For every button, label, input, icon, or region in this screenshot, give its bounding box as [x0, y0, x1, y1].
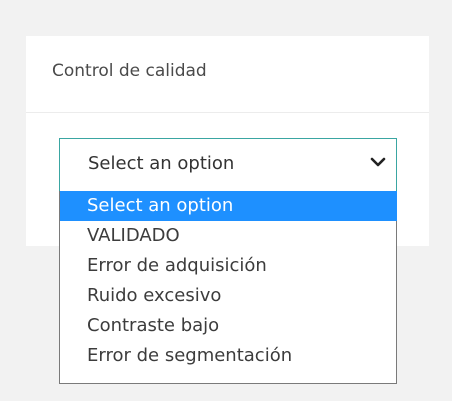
- option-validado[interactable]: VALIDADO: [60, 221, 397, 251]
- chevron-down-icon: [370, 157, 386, 167]
- option-contraste-bajo[interactable]: Contraste bajo: [60, 311, 397, 341]
- option-select-an-option[interactable]: Select an option: [60, 191, 397, 221]
- card-title: Control de calidad: [52, 61, 207, 81]
- option-ruido-excesivo[interactable]: Ruido excesivo: [60, 281, 397, 311]
- option-error-de-adquisicion[interactable]: Error de adquisición: [60, 251, 397, 281]
- quality-control-select[interactable]: Select an option: [59, 138, 397, 191]
- select-dropdown-list: Select an option VALIDADO Error de adqui…: [59, 191, 397, 384]
- option-error-de-segmentacion[interactable]: Error de segmentación: [60, 341, 397, 371]
- select-current-value: Select an option: [88, 153, 235, 174]
- card-header: Control de calidad: [26, 36, 429, 113]
